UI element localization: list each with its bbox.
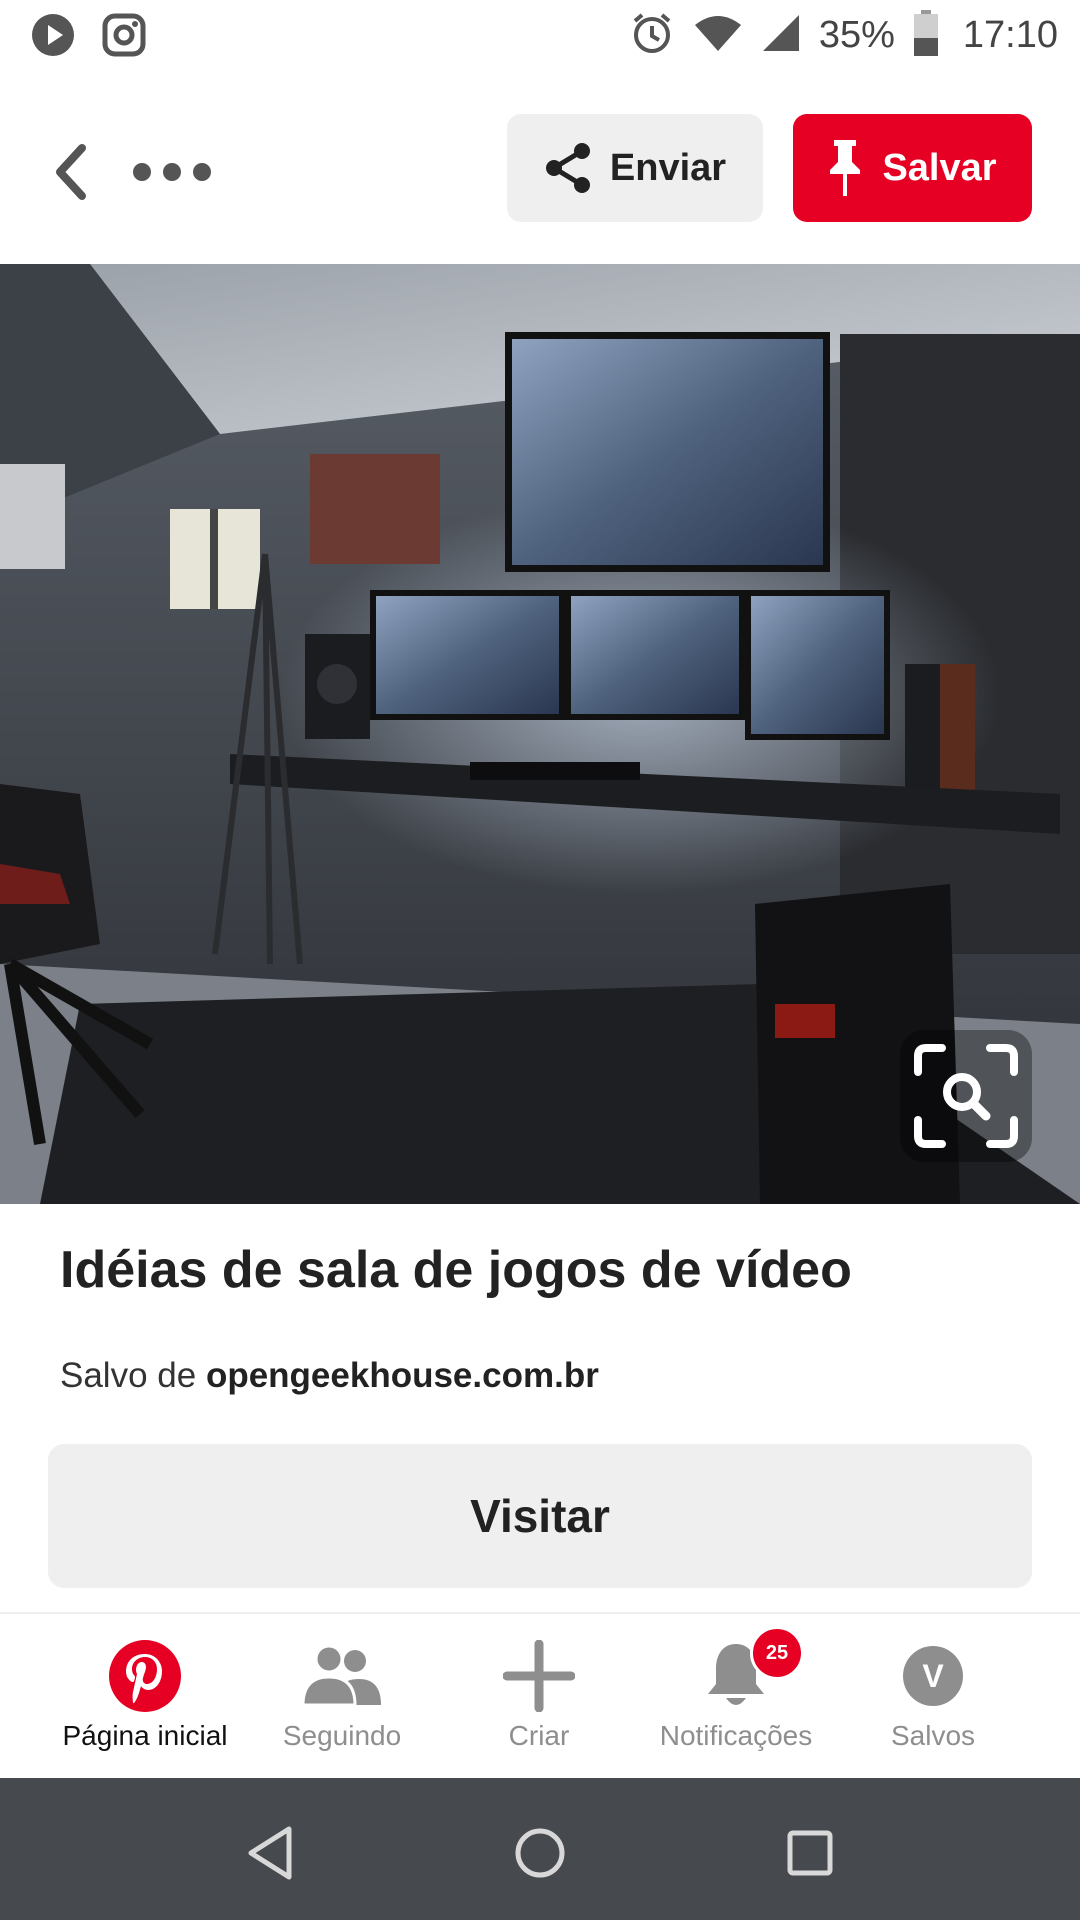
alarm-icon bbox=[629, 10, 675, 61]
pinterest-logo-icon bbox=[109, 1640, 181, 1712]
save-label: Salvar bbox=[882, 146, 997, 189]
source-prefix: Salvo de bbox=[60, 1356, 197, 1395]
pin-source: Salvo de opengeekhouse.com.br bbox=[60, 1356, 599, 1396]
save-button[interactable]: Salvar bbox=[793, 114, 1032, 222]
more-options-button[interactable] bbox=[132, 142, 218, 202]
back-button[interactable] bbox=[40, 132, 100, 212]
system-back-button[interactable] bbox=[230, 1813, 310, 1893]
source-domain[interactable]: opengeekhouse.com.br bbox=[206, 1356, 599, 1395]
plus-icon bbox=[503, 1640, 575, 1712]
send-label: Enviar bbox=[609, 146, 727, 189]
visual-search-button[interactable] bbox=[900, 1030, 1032, 1162]
triangle-back-icon bbox=[248, 1826, 292, 1880]
avatar: V bbox=[903, 1646, 963, 1706]
nav-item-saved[interactable]: V Salvos bbox=[833, 1614, 1033, 1780]
bottom-nav: Página inicial Seguindo Criar 25 Notific… bbox=[0, 1612, 1080, 1780]
visit-button[interactable]: Visitar bbox=[48, 1444, 1032, 1588]
wifi-icon bbox=[693, 13, 743, 58]
nav-item-create[interactable]: Criar bbox=[439, 1614, 639, 1780]
square-recents-icon bbox=[787, 1830, 833, 1876]
system-recents-button[interactable] bbox=[770, 1813, 850, 1893]
battery-percent: 35% bbox=[818, 14, 895, 56]
clock: 17:10 bbox=[962, 14, 1058, 56]
notification-badge: 25 bbox=[750, 1626, 804, 1680]
people-icon bbox=[303, 1645, 381, 1707]
chevron-left-icon bbox=[56, 144, 86, 200]
pin-header: Enviar Salvar bbox=[0, 72, 1080, 264]
share-icon bbox=[545, 143, 590, 193]
signal-icon bbox=[761, 13, 801, 58]
play-icon bbox=[30, 12, 76, 63]
circle-home-icon bbox=[515, 1828, 565, 1878]
instagram-icon bbox=[102, 13, 146, 62]
send-button[interactable]: Enviar bbox=[507, 114, 763, 222]
visit-label: Visitar bbox=[470, 1490, 610, 1542]
nav-item-notifications[interactable]: 25 Notificações bbox=[636, 1614, 836, 1780]
more-dots-icon bbox=[133, 163, 211, 181]
visual-search-icon bbox=[914, 1044, 1018, 1148]
system-home-button[interactable] bbox=[500, 1813, 580, 1893]
pin-title: Idéias de sala de jogos de vídeo bbox=[60, 1241, 852, 1299]
nav-label-saved: Salvos bbox=[890, 1720, 976, 1751]
battery-icon bbox=[913, 10, 939, 61]
status-bar: 35% 17:10 bbox=[0, 0, 1080, 72]
nav-item-home[interactable]: Página inicial bbox=[45, 1614, 245, 1780]
pin-icon bbox=[830, 140, 861, 196]
nav-item-following[interactable]: Seguindo bbox=[242, 1614, 442, 1780]
system-nav-bar bbox=[0, 1778, 1080, 1920]
